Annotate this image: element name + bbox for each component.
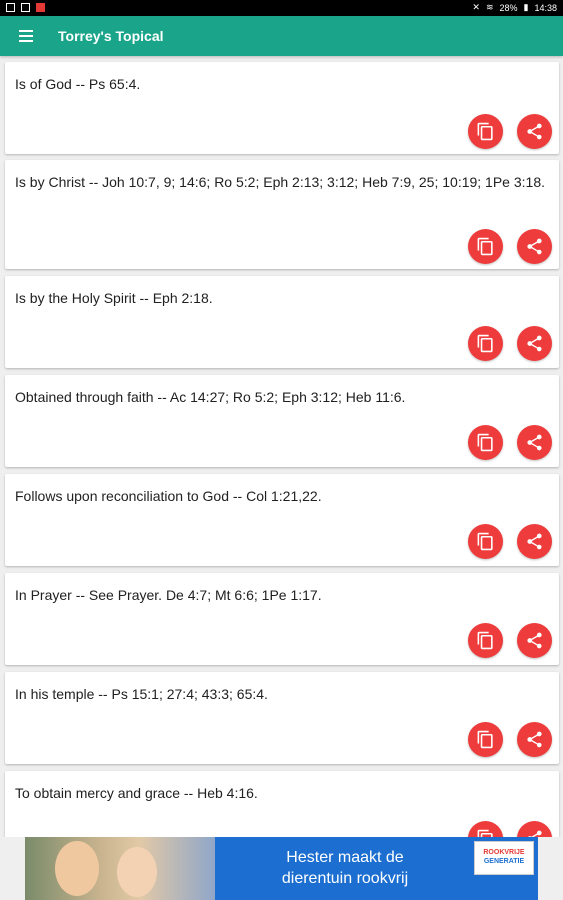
entry-text: Is of God -- Ps 65:4.	[15, 76, 141, 92]
ad-banner[interactable]: Hester maakt de dierentuin rookvrij ROOK…	[25, 837, 538, 900]
entry-text: To obtain mercy and grace -- Heb 4:16.	[15, 785, 258, 801]
copy-icon	[477, 433, 493, 452]
share-button[interactable]	[517, 425, 552, 460]
ad-headline-line1: Hester maakt de	[286, 849, 404, 866]
copy-button[interactable]	[468, 229, 503, 264]
entry-card: Is by the Holy Spirit -- Eph 2:18.	[5, 276, 559, 368]
ad-logo-line2: GENERATIE	[483, 858, 525, 865]
copy-button[interactable]	[468, 821, 503, 837]
entry-list[interactable]: Is of God -- Ps 65:4. Is by Christ -- Jo…	[0, 56, 563, 837]
share-button[interactable]	[517, 722, 552, 757]
share-button[interactable]	[517, 821, 552, 837]
share-icon	[527, 434, 542, 451]
share-button[interactable]	[517, 524, 552, 559]
battery-icon: ▮	[523, 2, 529, 12]
ad-headline-line2: dierentuin rookvrij	[281, 870, 409, 887]
copy-button[interactable]	[468, 722, 503, 757]
entry-card: Is of God -- Ps 65:4.	[5, 62, 559, 154]
copy-button[interactable]	[468, 623, 503, 658]
ad-logo-line1: ROOKVRIJE	[483, 849, 525, 856]
ad-photo	[25, 837, 215, 900]
entry-card: Obtained through faith -- Ac 14:27; Ro 5…	[5, 375, 559, 467]
copy-icon	[477, 631, 493, 650]
entry-card: Is by Christ -- Joh 10:7, 9; 14:6; Ro 5:…	[5, 160, 559, 269]
entry-text: Follows upon reconciliation to God -- Co…	[15, 488, 322, 504]
copy-button[interactable]	[468, 524, 503, 559]
battery-percent: 28%	[499, 2, 518, 13]
copy-icon	[477, 532, 493, 551]
share-button[interactable]	[517, 326, 552, 361]
entry-text: Is by the Holy Spirit -- Eph 2:18.	[15, 290, 213, 306]
share-button[interactable]	[517, 623, 552, 658]
entry-card: In his temple -- Ps 15:1; 27:4; 43:3; 65…	[5, 672, 559, 764]
gallery-notification-icon	[6, 3, 15, 12]
share-icon	[527, 335, 542, 352]
entry-text: In Prayer -- See Prayer. De 4:7; Mt 6:6;…	[15, 587, 322, 603]
status-bar: ✕ ≋ 28% ▮ 14:38	[0, 0, 563, 16]
entry-card: In Prayer -- See Prayer. De 4:7; Mt 6:6;…	[5, 573, 559, 665]
copy-icon	[477, 334, 493, 353]
status-notification-icons	[6, 3, 45, 12]
copy-button[interactable]	[468, 425, 503, 460]
ad-headline: Hester maakt de dierentuin rookvrij	[260, 847, 430, 889]
copy-icon	[477, 829, 493, 837]
share-icon	[527, 731, 542, 748]
copy-button[interactable]	[468, 326, 503, 361]
menu-icon[interactable]	[19, 30, 33, 42]
copy-icon	[477, 730, 493, 749]
copy-icon	[477, 122, 493, 141]
entry-card: To obtain mercy and grace -- Heb 4:16.	[5, 771, 559, 837]
share-button[interactable]	[517, 229, 552, 264]
share-icon	[527, 533, 542, 550]
entry-card: Follows upon reconciliation to God -- Co…	[5, 474, 559, 566]
wifi-icon: ≋	[485, 2, 494, 12]
share-icon	[527, 632, 542, 649]
game-notification-icon	[36, 3, 45, 12]
copy-button[interactable]	[468, 114, 503, 149]
clock: 14:38	[534, 2, 557, 13]
share-button[interactable]	[517, 114, 552, 149]
app-title: Torrey's Topical	[58, 28, 164, 44]
mute-icon: ✕	[472, 2, 480, 12]
share-icon	[527, 123, 542, 140]
entry-text: Obtained through faith -- Ac 14:27; Ro 5…	[15, 389, 406, 405]
entry-text: In his temple -- Ps 15:1; 27:4; 43:3; 65…	[15, 686, 268, 702]
share-icon	[527, 238, 542, 255]
ad-logo: ROOKVRIJE GENERATIE	[474, 841, 534, 875]
app-bar: Torrey's Topical	[0, 16, 563, 56]
copy-icon	[477, 237, 493, 256]
share-icon	[527, 830, 542, 837]
entry-text: Is by Christ -- Joh 10:7, 9; 14:6; Ro 5:…	[15, 174, 545, 190]
status-system-icons: ✕ ≋ 28% ▮ 14:38	[472, 2, 557, 13]
app-notification-icon	[21, 3, 30, 12]
